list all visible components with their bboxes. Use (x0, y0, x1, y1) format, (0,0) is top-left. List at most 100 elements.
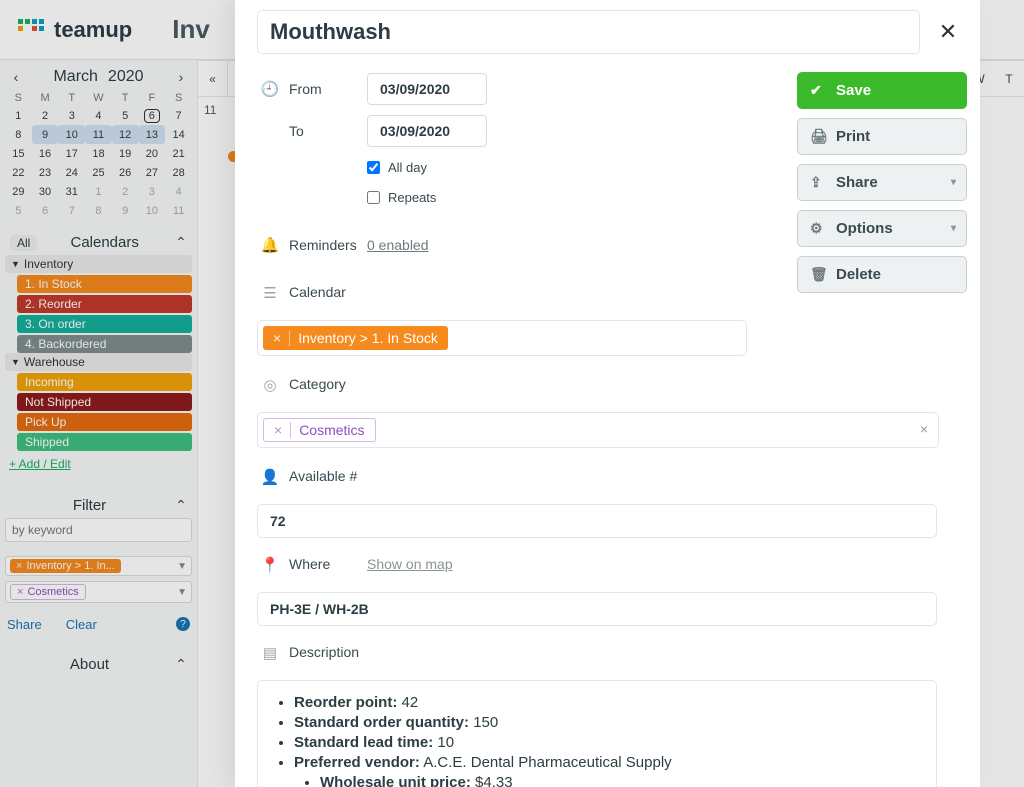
event-editor-modal: ✕ 🕘 From 03/09/2020 To 03/09/2020 (235, 0, 980, 787)
mini-cal-day[interactable]: 3 (139, 182, 166, 201)
mini-cal-day[interactable]: 14 (165, 125, 192, 144)
mini-cal-day[interactable]: 4 (165, 182, 192, 201)
mini-cal-day[interactable]: 7 (165, 106, 192, 125)
category-select[interactable]: × Cosmetics × (257, 412, 939, 448)
mini-cal-day[interactable]: 24 (58, 163, 85, 182)
desc-lead-label: Standard lead time: (294, 734, 433, 751)
mini-cal-day[interactable]: 19 (112, 144, 139, 163)
help-icon[interactable]: ? (176, 617, 190, 631)
mini-cal-day[interactable]: 6 (32, 201, 59, 220)
check-icon: ✔ (810, 82, 826, 99)
mini-cal-day[interactable]: 27 (139, 163, 166, 182)
mini-cal-day[interactable]: 20 (139, 144, 166, 163)
mini-cal-day[interactable]: 3 (58, 106, 85, 125)
mini-cal-day[interactable]: 12 (112, 125, 139, 144)
options-button[interactable]: ⚙ Options ▾ (797, 210, 967, 247)
mini-cal-day[interactable]: 10 (139, 201, 166, 220)
repeats-checkbox[interactable]: Repeats (367, 190, 777, 205)
mini-cal-day[interactable]: 7 (58, 201, 85, 220)
mini-cal-day[interactable]: 23 (32, 163, 59, 182)
bell-icon: 🔔 (257, 236, 283, 254)
event-title-field[interactable] (257, 10, 920, 54)
mini-cal-day[interactable]: 11 (165, 201, 192, 220)
mini-cal-day[interactable]: 16 (32, 144, 59, 163)
filter-collapse-icon[interactable]: ⌃ (172, 497, 190, 514)
mini-cal-day[interactable]: 13 (139, 125, 166, 144)
calendar-item[interactable]: Not Shipped (17, 393, 192, 411)
mini-cal-day[interactable]: 5 (112, 106, 139, 125)
remove-calendar-icon[interactable]: × (273, 330, 290, 346)
delete-button[interactable]: 🗑 Delete (797, 256, 967, 293)
mini-cal-day[interactable]: 22 (5, 163, 32, 182)
brand-logo: teamup (18, 17, 132, 43)
filter-category-select[interactable]: ×Cosmetics ▼ (5, 581, 192, 603)
mini-cal-day[interactable]: 31 (58, 182, 85, 201)
add-edit-link[interactable]: + Add / Edit (9, 457, 71, 471)
reminders-link[interactable]: 0 enabled (367, 237, 429, 253)
mini-cal-day[interactable]: 10 (58, 125, 85, 144)
list-icon: ☰ (257, 284, 283, 302)
to-date-input[interactable]: 03/09/2020 (367, 115, 487, 147)
calendar-group[interactable]: ▼ Warehouse (5, 353, 192, 371)
calendar-item[interactable]: Incoming (17, 373, 192, 391)
prev-month-button[interactable]: ‹ (7, 69, 25, 85)
mini-cal-day[interactable]: 9 (32, 125, 59, 144)
mini-cal-day[interactable]: 4 (85, 106, 112, 125)
mini-cal-day[interactable]: 15 (5, 144, 32, 163)
share-button[interactable]: ⇪ Share ▾ (797, 164, 967, 201)
mini-cal-day[interactable]: 8 (85, 201, 112, 220)
clear-category-icon[interactable]: × (920, 421, 928, 437)
mini-cal-day[interactable]: 8 (5, 125, 32, 144)
description-label: Description (289, 644, 361, 660)
desc-wholesale-label: Wholesale unit price: (320, 774, 471, 787)
remove-chip-icon[interactable]: × (17, 586, 23, 598)
close-icon[interactable]: ✕ (934, 19, 962, 45)
print-button[interactable]: 🖨 Print (797, 118, 967, 155)
calendars-collapse-icon[interactable]: ⌃ (172, 234, 190, 251)
keyword-input[interactable] (5, 518, 192, 542)
category-pill: Cosmetics (299, 422, 364, 438)
save-button[interactable]: ✔ Save (797, 72, 967, 109)
next-month-button[interactable]: › (172, 69, 190, 85)
remove-chip-icon[interactable]: × (16, 560, 22, 572)
remove-category-icon[interactable]: × (274, 422, 291, 438)
mini-cal-day[interactable]: 1 (85, 182, 112, 201)
calendar-item[interactable]: 1. In Stock (17, 275, 192, 293)
mini-cal-year[interactable]: 2020 (108, 68, 144, 86)
mini-cal-day[interactable]: 2 (112, 182, 139, 201)
mini-cal-day[interactable]: 21 (165, 144, 192, 163)
calendar-item[interactable]: 2. Reorder (17, 295, 192, 313)
mini-cal-day[interactable]: 28 (165, 163, 192, 182)
from-date-input[interactable]: 03/09/2020 (367, 73, 487, 105)
calendar-item[interactable]: 4. Backordered (17, 335, 192, 353)
clear-link[interactable]: Clear (66, 617, 97, 632)
mini-cal-day[interactable]: 25 (85, 163, 112, 182)
mini-cal-day[interactable]: 26 (112, 163, 139, 182)
all-tab[interactable]: All (10, 235, 37, 251)
mini-cal-day[interactable]: 2 (32, 106, 59, 125)
mini-cal-day[interactable]: 17 (58, 144, 85, 163)
grid-prev-button[interactable]: « (198, 61, 228, 96)
calendar-select[interactable]: × Inventory > 1. In Stock (257, 320, 747, 356)
chevron-down-icon: ▾ (951, 177, 956, 188)
mini-cal-day[interactable]: 30 (32, 182, 59, 201)
mini-cal-day[interactable]: 29 (5, 182, 32, 201)
show-on-map-link[interactable]: Show on map (367, 556, 453, 572)
calendar-item[interactable]: Shipped (17, 433, 192, 451)
calendar-item[interactable]: Pick Up (17, 413, 192, 431)
all-day-checkbox[interactable]: All day (367, 160, 777, 175)
share-link[interactable]: Share (7, 617, 42, 632)
mini-cal-day[interactable]: 18 (85, 144, 112, 163)
event-title-input[interactable] (270, 19, 907, 45)
about-collapse-icon[interactable]: ⌃ (172, 656, 190, 673)
mini-cal-day[interactable]: 9 (112, 201, 139, 220)
mini-cal-day[interactable]: 6 (139, 106, 166, 125)
mini-calendar[interactable]: SMTWTFS 12345678910111213141516171819202… (5, 92, 192, 220)
mini-cal-day[interactable]: 5 (5, 201, 32, 220)
mini-cal-day[interactable]: 1 (5, 106, 32, 125)
mini-cal-day[interactable]: 11 (85, 125, 112, 144)
calendar-item[interactable]: 3. On order (17, 315, 192, 333)
calendar-group[interactable]: ▼ Inventory (5, 255, 192, 273)
filter-calendar-select[interactable]: ×Inventory > 1. In... ▼ (5, 556, 192, 576)
mini-cal-month[interactable]: March (53, 68, 97, 86)
